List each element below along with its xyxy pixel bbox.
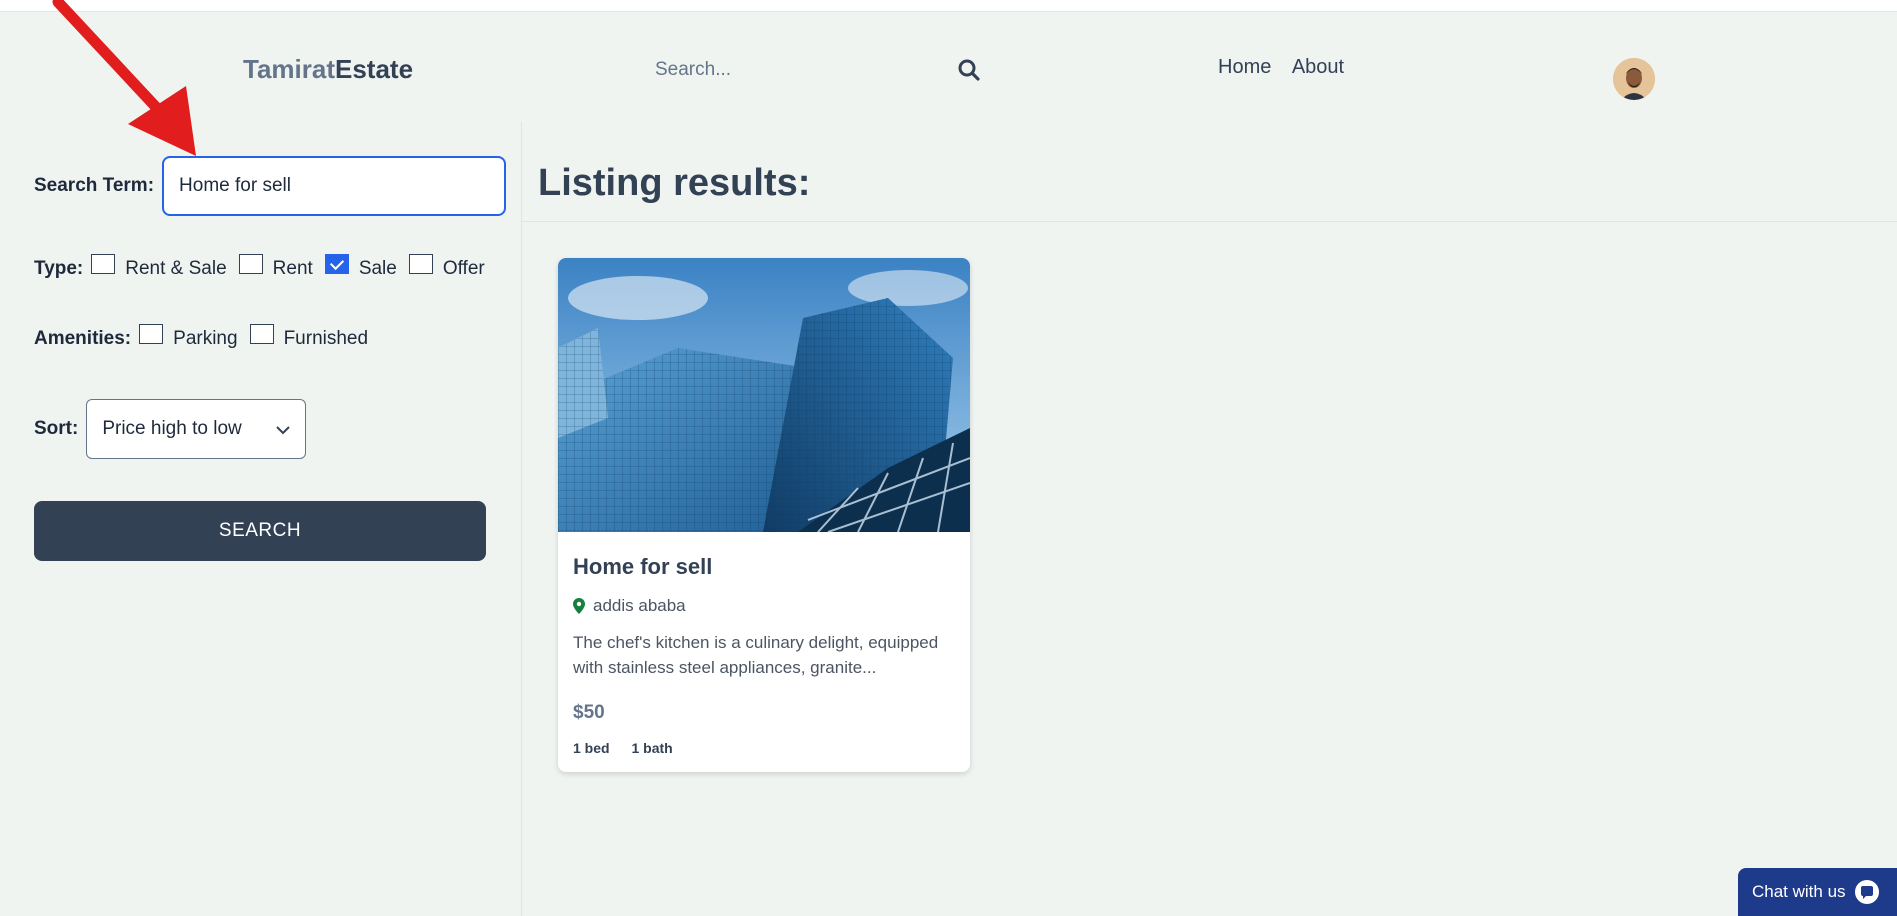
logo-part-2: Estate — [335, 54, 414, 84]
offer-label: Offer — [442, 258, 485, 279]
avatar[interactable] — [1613, 58, 1655, 100]
chat-bubble-icon — [1854, 880, 1879, 904]
rent-sale-checkbox[interactable] — [91, 254, 116, 274]
parking-label: Parking — [173, 328, 238, 349]
nav-about[interactable]: About — [1292, 56, 1344, 78]
listing-location-text: addis ababa — [593, 596, 686, 615]
furnished-checkbox[interactable] — [249, 324, 274, 344]
listing-title[interactable]: Home for sell — [573, 554, 712, 580]
sort-label: Sort: — [34, 418, 79, 439]
listing-description-line-1: The chef's kitchen is a culinary delight… — [573, 633, 939, 652]
nav: Home About — [1218, 56, 1360, 79]
listing-specs: 1 bed 1 bath — [573, 740, 691, 756]
chat-widget[interactable]: Chat with us — [1738, 868, 1897, 916]
rent-sale-label: Rent & Sale — [125, 258, 227, 279]
parking-checkbox[interactable] — [139, 324, 164, 344]
header-search-input[interactable] — [643, 48, 957, 92]
amenities-row: Amenities: Parking Furnished — [34, 324, 380, 350]
results-title: Listing results: — [538, 162, 811, 204]
search-button[interactable]: SEARCH — [34, 501, 486, 561]
rent-label: Rent — [272, 258, 313, 279]
listing-location: addis ababa — [573, 596, 686, 616]
map-pin-icon — [573, 598, 585, 614]
listing-baths: 1 bath — [631, 740, 673, 756]
header: TamiratEstate Home About — [0, 12, 1897, 122]
type-row: Type: Rent & Sale Rent Sale Offer — [34, 254, 497, 280]
offer-checkbox[interactable] — [408, 254, 433, 274]
top-border — [0, 0, 1897, 12]
sale-label: Sale — [358, 258, 397, 279]
furnished-label: Furnished — [283, 328, 369, 349]
listing-description-line-2: with stainless steel appliances, granite… — [573, 658, 877, 677]
search-icon[interactable] — [957, 58, 981, 82]
type-label: Type: — [34, 258, 84, 279]
rent-checkbox[interactable] — [238, 254, 263, 274]
amenities-label: Amenities: — [34, 328, 132, 349]
listing-price: $50 — [573, 702, 605, 723]
listing-card[interactable]: Home for sell addis ababa The chef's kit… — [558, 258, 970, 772]
results-divider — [522, 221, 1897, 222]
chat-label: Chat with us — [1752, 882, 1846, 901]
sort-value: Price high to low — [102, 418, 242, 439]
annotation-arrow-icon — [52, 0, 196, 156]
nav-home[interactable]: Home — [1218, 56, 1271, 78]
sale-checkbox[interactable] — [324, 254, 349, 274]
filter-sidebar: Search Term: Type: Rent & Sale Rent Sale… — [0, 122, 522, 916]
logo[interactable]: TamiratEstate — [243, 54, 413, 85]
chevron-down-icon — [276, 426, 291, 435]
listing-description: The chef's kitchen is a culinary delight… — [573, 630, 958, 680]
sort-select[interactable]: Price high to low — [86, 399, 307, 459]
header-search — [643, 48, 993, 92]
avatar-image — [1613, 58, 1655, 100]
listing-beds: 1 bed — [573, 740, 610, 756]
sort-row: Sort: Price high to low — [34, 399, 307, 459]
listing-image — [558, 258, 970, 532]
